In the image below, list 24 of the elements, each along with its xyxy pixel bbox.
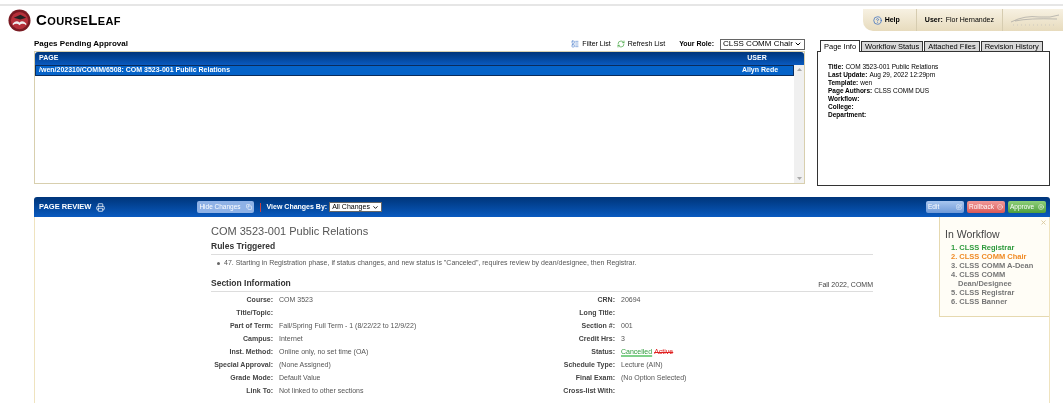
section-title: Pages Pending Approval: [34, 38, 128, 50]
list-icon: [571, 40, 580, 48]
logo-icon: [8, 8, 31, 32]
app-name: CourseLeaf: [36, 9, 121, 30]
chevron-down-icon: [794, 40, 802, 48]
role-select[interactable]: CLSS COMM Chair: [720, 38, 805, 50]
section-heading: Section Information: [211, 277, 291, 290]
logo-drawing: [1009, 13, 1059, 27]
close-icon[interactable]: [1040, 219, 1047, 226]
bullet-icon: [217, 261, 220, 265]
scrollbar[interactable]: [794, 65, 804, 183]
scroll-up-icon[interactable]: [796, 68, 802, 71]
plus-circle-icon: [1038, 204, 1044, 210]
printer-icon: [96, 202, 106, 212]
edit-icon: [956, 204, 962, 210]
rules-heading: Rules Triggered: [211, 240, 873, 255]
workflow-title: In Workflow: [945, 227, 1001, 242]
course-title: COM 3523-001 Public Relations: [211, 224, 370, 239]
help-icon: [872, 15, 882, 25]
minus-circle-icon: [997, 204, 1003, 210]
copy-icon: [245, 204, 252, 210]
chevron-down-icon: [371, 203, 379, 211]
refresh-icon: [616, 40, 625, 48]
scroll-down-icon[interactable]: [796, 177, 802, 180]
